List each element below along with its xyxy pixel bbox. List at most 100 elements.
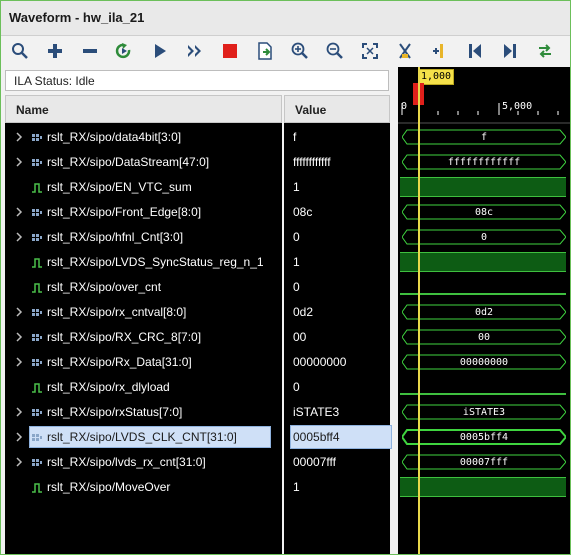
waveform-window: Waveform - hw_ila_21 ILA Status: Idle Na… <box>0 0 571 555</box>
export-icon[interactable] <box>254 40 276 62</box>
signal-name-cell[interactable]: rslt_RX/sipo/hfnl_Cnt[3:0] <box>5 225 284 250</box>
signal-name-cell[interactable]: rslt_RX/sipo/LVDS_SyncStatus_reg_n_1 <box>5 250 284 275</box>
bit-waveform-high[interactable] <box>400 477 566 497</box>
signal-name-cell[interactable]: rslt_RX/sipo/over_cnt <box>5 275 284 300</box>
signal-row[interactable]: rslt_RX/sipo/Front_Edge[8:0] 08c <box>5 200 390 225</box>
go-to-end-icon[interactable] <box>499 40 521 62</box>
expand-chevron-icon[interactable] <box>14 431 24 443</box>
timescale-start: 0 <box>401 101 408 112</box>
signal-name: rslt_RX/sipo/hfnl_Cnt[3:0] <box>47 230 184 244</box>
signal-name: rslt_RX/sipo/RX_CRC_8[7:0] <box>47 330 202 344</box>
bus-waveform-label: 0d2 <box>475 307 493 318</box>
bus-signal-icon <box>32 334 42 341</box>
bus-waveform[interactable]: iSTATE3 <box>401 404 567 420</box>
signal-row[interactable]: rslt_RX/sipo/rx_dlyload 0 <box>5 375 390 400</box>
signal-name: rslt_RX/sipo/rxStatus[7:0] <box>47 405 183 419</box>
signal-row[interactable]: rslt_RX/sipo/rx_cntval[8:0] 0d2 <box>5 300 390 325</box>
signal-value: 00000000 <box>293 355 347 369</box>
signal-row[interactable]: rslt_RX/sipo/Rx_Data[31:0] 00000000 <box>5 350 390 375</box>
swap-icon[interactable] <box>534 40 556 62</box>
bus-waveform[interactable]: 0d2 <box>401 304 567 320</box>
add-icon[interactable] <box>44 40 66 62</box>
bus-signal-icon <box>32 159 42 166</box>
expand-chevron-icon[interactable] <box>14 131 24 143</box>
signal-value: 08c <box>293 205 313 219</box>
bus-waveform[interactable]: 0 <box>401 229 567 245</box>
signal-row[interactable]: rslt_RX/sipo/data4bit[3:0] f <box>5 125 390 150</box>
signal-name-cell[interactable]: rslt_RX/sipo/EN_VTC_sum <box>5 175 284 200</box>
signal-row[interactable]: rslt_RX/sipo/MoveOver 1 <box>5 475 390 500</box>
bus-waveform[interactable]: 0005bff4 <box>400 429 568 445</box>
signal-name: rslt_RX/sipo/MoveOver <box>47 480 171 494</box>
bus-waveform[interactable]: f <box>401 129 567 145</box>
value-column-header[interactable]: Value <box>284 95 390 123</box>
signal-value: 0 <box>293 280 300 294</box>
signal-name-cell[interactable]: rslt_RX/sipo/data4bit[3:0] <box>5 125 284 150</box>
bus-signal-icon <box>32 134 42 141</box>
signal-name-cell[interactable]: rslt_RX/sipo/LVDS_CLK_CNT[31:0] <box>5 425 284 450</box>
bit-signal-icon <box>32 383 42 393</box>
run-continuous-icon[interactable] <box>184 40 206 62</box>
title-bar: Waveform - hw_ila_21 <box>1 1 570 36</box>
name-column-header[interactable]: Name <box>5 95 282 123</box>
bus-signal-icon <box>32 359 42 366</box>
signal-value: 0 <box>293 380 300 394</box>
bit-waveform-high[interactable] <box>400 177 566 197</box>
bus-waveform[interactable]: 00007fff <box>401 454 567 470</box>
run-trigger-immediate-icon[interactable] <box>113 40 135 62</box>
bus-waveform[interactable]: 08c <box>401 204 567 220</box>
bus-signal-icon <box>32 434 42 441</box>
signal-name-cell[interactable]: rslt_RX/sipo/RX_CRC_8[7:0] <box>5 325 284 350</box>
signal-value: 0d2 <box>293 305 314 319</box>
signal-name-cell[interactable]: rslt_RX/sipo/rx_cntval[8:0] <box>5 300 284 325</box>
signal-name-cell[interactable]: rslt_RX/sipo/rx_dlyload <box>5 375 284 400</box>
signal-row[interactable]: rslt_RX/sipo/rxStatus[7:0] iSTATE3 <box>5 400 390 425</box>
remove-icon[interactable] <box>79 40 101 62</box>
signal-value: 0005bff4 <box>293 430 340 444</box>
bus-waveform[interactable]: ffffffffffff <box>401 154 567 170</box>
bit-waveform-high[interactable] <box>400 252 566 272</box>
stop-icon[interactable] <box>219 40 241 62</box>
expand-chevron-icon[interactable] <box>14 406 24 418</box>
bit-waveform-low[interactable] <box>400 393 566 395</box>
toolbar <box>1 36 570 66</box>
expand-chevron-icon[interactable] <box>14 331 24 343</box>
bus-waveform-label: ffffffffffff <box>448 157 520 168</box>
bit-waveform-low[interactable] <box>400 293 566 295</box>
signal-row[interactable]: rslt_RX/sipo/over_cnt 0 <box>5 275 390 300</box>
signal-value: 00007fff <box>293 455 336 469</box>
signal-name-cell[interactable]: rslt_RX/sipo/Front_Edge[8:0] <box>5 200 284 225</box>
expand-chevron-icon[interactable] <box>14 206 24 218</box>
signal-row[interactable]: rslt_RX/sipo/LVDS_SyncStatus_reg_n_1 1 <box>5 250 390 275</box>
zoom-fit-icon[interactable] <box>359 40 381 62</box>
expand-chevron-icon[interactable] <box>14 231 24 243</box>
signal-name-cell[interactable]: rslt_RX/sipo/MoveOver <box>5 475 284 500</box>
signal-row[interactable]: rslt_RX/sipo/hfnl_Cnt[3:0] 0 <box>5 225 390 250</box>
expand-chevron-icon[interactable] <box>14 456 24 468</box>
go-to-start-icon[interactable] <box>464 40 486 62</box>
signal-row[interactable]: rslt_RX/sipo/EN_VTC_sum 1 <box>5 175 390 200</box>
zoom-in-icon[interactable] <box>289 40 311 62</box>
cursor-line[interactable] <box>418 67 420 554</box>
signal-row[interactable]: rslt_RX/sipo/DataStream[47:0] fffffffffff… <box>5 150 390 175</box>
window-title: Waveform - hw_ila_21 <box>9 10 145 25</box>
signal-row[interactable]: rslt_RX/sipo/lvds_rx_cnt[31:0] 00007fff <box>5 450 390 475</box>
signal-name-cell[interactable]: rslt_RX/sipo/rxStatus[7:0] <box>5 400 284 425</box>
zoom-out-icon[interactable] <box>324 40 346 62</box>
bit-signal-icon <box>32 483 42 493</box>
bus-waveform[interactable]: 00 <box>401 329 567 345</box>
expand-chevron-icon[interactable] <box>14 306 24 318</box>
signal-name-cell[interactable]: rslt_RX/sipo/DataStream[47:0] <box>5 150 284 175</box>
waveform-panel[interactable]: 0 5,000 1,000 f ffffffffffff 08c 0 0d2 00 0000… <box>398 67 570 554</box>
search-icon[interactable] <box>9 40 31 62</box>
expand-chevron-icon[interactable] <box>14 156 24 168</box>
toggle-markers-icon[interactable] <box>394 40 416 62</box>
expand-chevron-icon[interactable] <box>14 356 24 368</box>
signal-row[interactable]: rslt_RX/sipo/LVDS_CLK_CNT[31:0] 0005bff4 <box>5 425 392 450</box>
bus-waveform[interactable]: 00000000 <box>401 354 567 370</box>
run-trigger-icon[interactable] <box>149 40 171 62</box>
add-marker-icon[interactable] <box>429 40 451 62</box>
signal-row[interactable]: rslt_RX/sipo/RX_CRC_8[7:0] 00 <box>5 325 390 350</box>
signal-name-cell[interactable]: rslt_RX/sipo/lvds_rx_cnt[31:0] <box>5 450 284 475</box>
signal-name-cell[interactable]: rslt_RX/sipo/Rx_Data[31:0] <box>5 350 284 375</box>
